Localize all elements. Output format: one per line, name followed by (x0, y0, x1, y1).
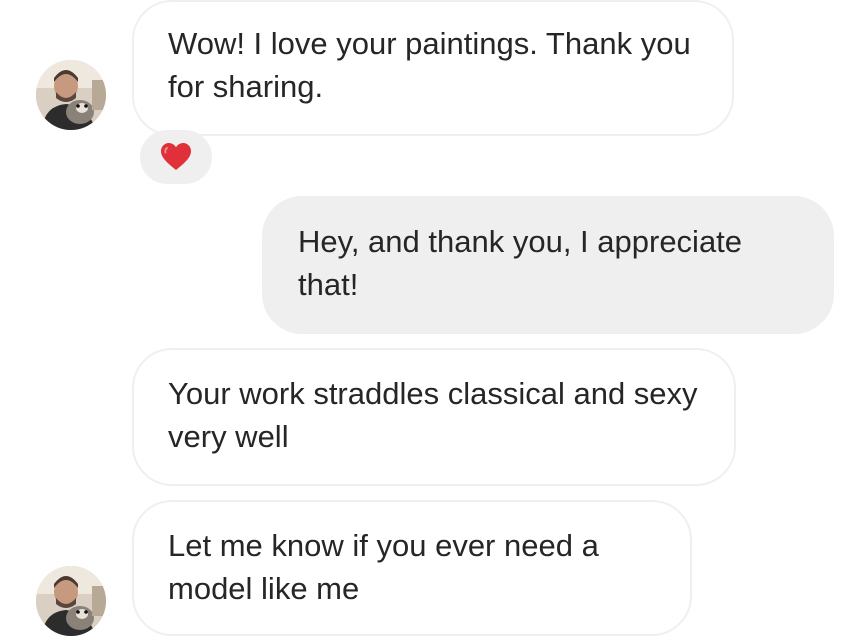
message-bubble-incoming[interactable]: Wow! I love your paintings. Thank you fo… (132, 0, 734, 136)
message-bubble-outgoing[interactable]: Hey, and thank you, I appreciate that! (262, 196, 834, 334)
message-text: Hey, and thank you, I appreciate that! (298, 224, 743, 302)
profile-photo-icon (36, 60, 106, 130)
profile-photo-icon (36, 566, 106, 636)
avatar[interactable] (36, 60, 106, 130)
message-text: Wow! I love your paintings. Thank you fo… (168, 26, 691, 104)
message-bubble-incoming[interactable]: Your work straddles classical and sexy v… (132, 348, 736, 486)
heart-icon (161, 143, 191, 170)
avatar[interactable] (36, 566, 106, 636)
reaction-badge[interactable] (140, 130, 212, 184)
message-text: Your work straddles classical and sexy v… (168, 376, 698, 454)
message-text: Let me know if you ever need a model lik… (168, 528, 599, 606)
message-bubble-incoming[interactable]: Let me know if you ever need a model lik… (132, 500, 692, 636)
